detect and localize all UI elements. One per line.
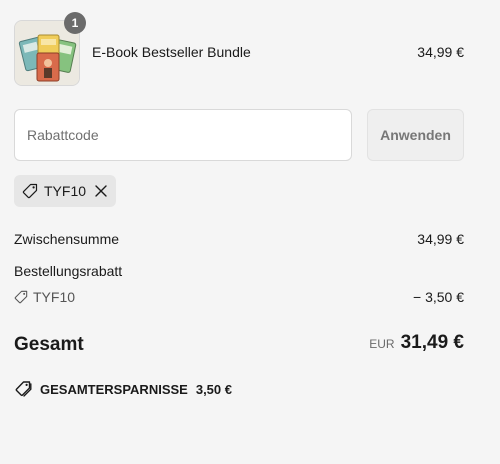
order-discount-value: − 3,50 € <box>413 289 464 305</box>
tag-icon <box>14 290 28 304</box>
quantity-badge: 1 <box>64 12 86 34</box>
applied-discount-chip: TYF10 <box>14 175 116 207</box>
order-discount-code: TYF10 <box>33 289 76 305</box>
cart-line-item: 1 E-Book Bestseller Bundle 34,99 € <box>14 12 464 86</box>
subtotal-row: Zwischensumme 34,99 € <box>14 231 464 247</box>
tag-icon <box>22 183 38 199</box>
apply-discount-button[interactable]: Anwenden <box>367 109 464 161</box>
discount-code-input[interactable] <box>14 109 352 161</box>
order-discount-label: Bestellungsrabatt <box>14 263 123 279</box>
subtotal-value: 34,99 € <box>417 231 464 247</box>
total-row: Gesamt EUR 31,49 € <box>14 332 464 360</box>
total-label: Gesamt <box>14 334 84 355</box>
order-discount-row: TYF10 − 3,50 € <box>14 289 464 307</box>
close-icon[interactable] <box>94 184 108 198</box>
discount-code-form: Anwenden <box>14 109 464 161</box>
tags-icon <box>14 380 32 398</box>
subtotal-label: Zwischensumme <box>14 231 120 247</box>
product-name: E-Book Bestseller Bundle <box>92 44 251 60</box>
product-price: 34,99 € <box>417 44 464 60</box>
currency-code: EUR <box>369 337 395 351</box>
total-savings: GESAMTERSPARNISSE 3,50 € <box>14 380 232 398</box>
savings-label: GESAMTERSPARNISSE <box>40 381 188 397</box>
total-amount: 31,49 € <box>400 332 464 353</box>
savings-value: 3,50 € <box>195 381 232 397</box>
order-discount-heading-row: Bestellungsrabatt <box>14 263 464 279</box>
applied-discount-code: TYF10 <box>44 183 87 199</box>
